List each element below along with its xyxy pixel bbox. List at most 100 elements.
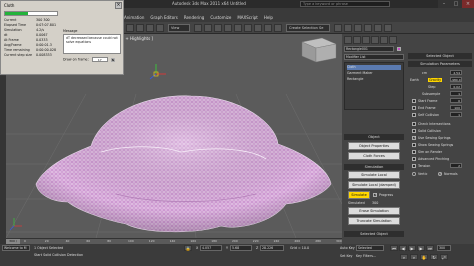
go-to-end-icon[interactable]: ⏭ (426, 245, 434, 251)
layer-manager-icon[interactable] (274, 24, 282, 32)
key-filters-button[interactable]: Key Filters... (356, 254, 376, 258)
z-coordinate-field[interactable]: 28.226 (260, 245, 284, 251)
current-frame-field[interactable]: 300 (437, 245, 451, 251)
menu-rendering[interactable]: Rendering (184, 15, 204, 21)
object-color-swatch[interactable] (397, 47, 401, 51)
hierarchy-tab-icon[interactable] (362, 36, 370, 44)
reference-coordinate-dropdown[interactable]: View (168, 24, 190, 32)
set-key-label[interactable]: Set Key (340, 254, 352, 258)
select-move-icon[interactable] (146, 24, 154, 32)
utilities-tab-icon[interactable] (389, 36, 397, 44)
motion-tab-icon[interactable] (371, 36, 379, 44)
draw-on-frame-checkbox[interactable] (110, 57, 115, 62)
normals-radio[interactable] (438, 171, 442, 176)
next-frame-icon[interactable]: ▶ (417, 245, 425, 251)
solid-collision-checkbox[interactable] (412, 129, 416, 133)
simulation-parameters-header[interactable]: Simulation Parameters (408, 61, 472, 67)
simulate-local-button[interactable]: Simulate Local (348, 171, 400, 179)
erase-simulation-button[interactable]: Erase Simulation (348, 207, 400, 215)
selected-object-header[interactable]: Selected Object (408, 53, 472, 59)
start-frame-checkbox[interactable] (412, 99, 416, 103)
menu-maxscript[interactable]: MAXScript (237, 15, 258, 21)
close-window-button[interactable]: × (462, 0, 474, 8)
create-tab-icon[interactable] (344, 36, 352, 44)
go-to-start-icon[interactable]: ⏮ (390, 245, 398, 251)
auto-key-label[interactable]: Auto Key (340, 246, 355, 250)
stack-item-garment-maker[interactable]: Garment Maker (347, 71, 373, 76)
align-icon[interactable] (264, 24, 272, 32)
angle-snap-icon[interactable] (214, 24, 222, 32)
vertex-radio[interactable] (412, 172, 416, 176)
draw-on-frame-field[interactable]: 17 (91, 57, 108, 62)
display-tab-icon[interactable] (380, 36, 388, 44)
close-icon[interactable]: × (115, 2, 122, 9)
cloth-forces-button[interactable]: Cloth Forces (348, 152, 400, 160)
self-collision-checkbox[interactable] (412, 113, 416, 117)
select-rotate-icon[interactable] (156, 24, 164, 32)
param-self-collision-spinner[interactable]: 1 (450, 112, 462, 117)
previous-frame-icon[interactable]: ◀ (399, 245, 407, 251)
x-coordinate-field[interactable]: 4.057 (200, 245, 222, 251)
check-intersections-checkbox[interactable] (412, 122, 416, 126)
viewcube-icon[interactable] (301, 37, 337, 63)
schematic-view-icon[interactable] (344, 24, 352, 32)
pivot-icon[interactable] (194, 24, 202, 32)
tension-spinner[interactable]: 2 (450, 163, 462, 168)
curve-editor-icon[interactable] (334, 24, 342, 32)
object-properties-button[interactable]: Object Properties (348, 142, 400, 150)
menu-animation[interactable]: Animation (124, 15, 144, 21)
advanced-pinching-checkbox[interactable] (412, 157, 416, 161)
truncate-simulation-button[interactable]: Truncate Simulation (348, 217, 400, 225)
snap-icon[interactable] (204, 24, 212, 32)
stack-item-cloth[interactable]: Cloth (347, 65, 401, 70)
zoom-all-icon[interactable]: ⌕ (410, 254, 418, 260)
simulation-rollout-header[interactable]: Simulation (344, 164, 404, 170)
material-editor-icon[interactable] (354, 24, 362, 32)
maximize-viewport-icon[interactable]: ⤢ (440, 254, 448, 260)
maxscript-listener-field[interactable]: Welcome to M (2, 245, 30, 251)
object-name-field[interactable]: Rectangle001 (344, 46, 394, 52)
edit-named-selection-icon[interactable] (244, 24, 252, 32)
play-icon[interactable]: ▶ (408, 245, 416, 251)
end-frame-checkbox[interactable] (412, 106, 416, 110)
keyword-search-input[interactable]: Type a keyword or phrase (300, 1, 390, 7)
param-gravity-spinner[interactable]: -980.0 (450, 77, 462, 82)
menu-customize[interactable]: Customize (210, 15, 231, 21)
param-subsample-spinner[interactable]: 1 (450, 91, 462, 96)
modifier-list-dropdown[interactable]: Modifier List (344, 54, 404, 60)
sim-on-render-checkbox[interactable] (412, 150, 416, 154)
zoom-icon[interactable]: ⌕ (400, 254, 408, 260)
select-object-icon[interactable] (126, 24, 134, 32)
simulate-button[interactable]: Simulate (348, 191, 370, 199)
param-cm-spinner[interactable]: 2.54 (450, 70, 462, 75)
param-end-frame-spinner[interactable]: 100 (450, 105, 462, 110)
minimize-button[interactable]: – (438, 0, 450, 8)
object-rollout-header[interactable]: Object (344, 134, 404, 140)
tension-checkbox[interactable] (412, 164, 416, 168)
spinner-snap-icon[interactable] (234, 24, 242, 32)
show-sewing-springs-checkbox[interactable] (412, 143, 416, 147)
selected-object-rollout-header[interactable]: Selected Object (344, 231, 404, 237)
menu-graph-editors[interactable]: Graph Editors (150, 15, 177, 21)
pan-icon[interactable]: ✋ (420, 254, 428, 260)
rendered-frame-window-icon[interactable] (374, 24, 382, 32)
y-coordinate-field[interactable]: 5.68 (230, 245, 252, 251)
mirror-icon[interactable] (254, 24, 262, 32)
stack-item-rectangle[interactable]: Rectangle (347, 77, 363, 82)
lock-selection-icon[interactable]: 🔒 (184, 245, 192, 251)
percent-snap-icon[interactable] (224, 24, 232, 32)
maximize-button[interactable]: □ (450, 0, 462, 8)
progress-checkbox[interactable] (373, 192, 377, 197)
select-region-icon[interactable] (136, 24, 144, 32)
param-step-spinner[interactable]: 0.02 (450, 84, 462, 89)
param-start-frame-spinner[interactable]: 0 (450, 98, 462, 103)
named-selection-set-dropdown[interactable]: Create Selection Se (286, 24, 330, 32)
simulate-local-damped-button[interactable]: Simulate Local (damped) (348, 181, 400, 189)
render-setup-icon[interactable] (364, 24, 372, 32)
orbit-icon[interactable]: ↻ (430, 254, 438, 260)
gravity-button[interactable]: Gravity (428, 78, 443, 82)
render-production-icon[interactable] (384, 24, 392, 32)
menu-help[interactable]: Help (264, 15, 273, 21)
modify-tab-icon[interactable] (353, 36, 361, 44)
use-sewing-springs-checkbox[interactable] (412, 135, 416, 140)
